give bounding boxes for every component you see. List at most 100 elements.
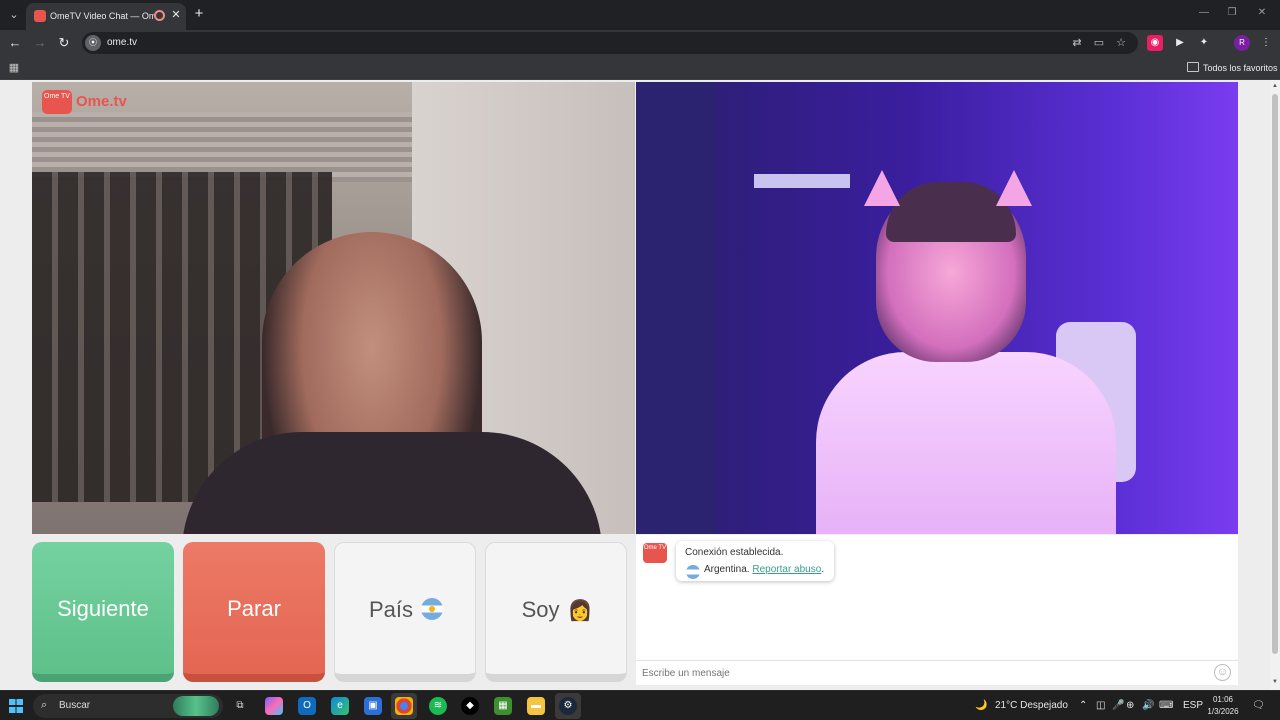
windows-taskbar: ⌕ Buscar ⧉ O e ▣ ≋ ◆ ▦ ▬ ⚙ 🌙 21°C Despej… — [0, 690, 1280, 720]
scroll-thumb[interactable] — [1272, 94, 1278, 654]
back-button[interactable]: ← — [6, 34, 24, 52]
woman-emoji-icon: 👩 — [567, 600, 593, 622]
tray-app-icon[interactable]: ◫ — [1096, 699, 1105, 713]
extension-red-icon[interactable]: ◉ — [1147, 35, 1163, 51]
video-background-rack — [754, 174, 850, 188]
stranger-shirt — [182, 432, 602, 534]
tray-chevron-icon[interactable]: ⌃ — [1079, 699, 1087, 713]
browser-tab-bar: ⌄ OmeTV Video Chat — Ome ✕ + — ❐ ✕ — [0, 0, 1280, 30]
cat-ear-right — [996, 170, 1032, 206]
system-clock[interactable]: 01:06 1/3/2026 — [1200, 694, 1246, 718]
gender-button-label: Soy — [521, 597, 560, 622]
stop-button-label: Parar — [227, 596, 281, 621]
copilot-icon[interactable] — [265, 697, 283, 715]
outlook-icon[interactable]: O — [298, 697, 316, 715]
apps-grid-icon[interactable]: ▦ — [7, 61, 21, 75]
recording-indicator-icon — [154, 10, 165, 21]
window-close-icon[interactable]: ✕ — [1252, 5, 1272, 21]
translate-icon[interactable]: ⇄ — [1070, 36, 1084, 50]
search-icon: ⌕ — [41, 699, 48, 711]
stranger-video: Ome TV Ome.tv — [32, 82, 635, 534]
spotify-icon[interactable]: ≋ — [429, 697, 447, 715]
profile-avatar[interactable]: R — [1234, 35, 1250, 51]
bookmarks-bar: ▦ Todos los favoritos — [0, 56, 1280, 80]
extensions-puzzle-icon[interactable]: ✦ — [1196, 35, 1212, 51]
country-button-label: País — [368, 597, 414, 622]
minimize-icon[interactable]: — — [1194, 5, 1214, 21]
scroll-down-icon[interactable]: ▼ — [1271, 678, 1279, 686]
weather-text[interactable]: 21°C Despejado — [995, 699, 1068, 713]
all-bookmarks-link[interactable]: Todos los favoritos — [1203, 61, 1278, 75]
roblox-like-icon[interactable]: ◆ — [461, 697, 479, 715]
self-video — [636, 82, 1238, 534]
self-shirt — [816, 352, 1116, 534]
gender-button[interactable]: Soy 👩 — [485, 542, 627, 682]
keyboard-icon[interactable]: ⌨ — [1159, 699, 1173, 713]
next-button-label: Siguiente — [57, 596, 149, 621]
ometv-logo: Ome TV Ome.tv — [42, 90, 134, 114]
ometv-page: Ome TV Ome.tv Siguiente Parar País Soy 👩 … — [0, 80, 1270, 690]
argentina-flag-small-icon — [686, 565, 700, 579]
extension-play-icon[interactable]: ▶ — [1172, 35, 1188, 51]
volume-icon[interactable]: 🔊 — [1142, 699, 1154, 713]
chat-message-input[interactable] — [642, 665, 1202, 681]
flag-sun — [429, 606, 436, 612]
forward-button[interactable]: → — [31, 34, 49, 52]
tab-title: OmeTV Video Chat — Ome — [50, 11, 154, 21]
chat-panel: Ome TV Conexión establecida. Argentina. … — [636, 535, 1238, 685]
stop-button[interactable]: Parar — [183, 542, 325, 682]
clock-time: 01:06 — [1212, 695, 1234, 704]
next-button[interactable]: Siguiente — [32, 542, 174, 682]
browser-toolbar: ← → ↻ ⦿ ome.tv ⇄ ▭ ☆ ◉ ▶ ✦ R ⋮ — [0, 30, 1280, 56]
url-text[interactable]: ome.tv — [107, 36, 307, 50]
bookmark-star-icon[interactable]: ☆ — [1114, 36, 1128, 50]
emoji-smiley-icon[interactable]: ☺ — [1214, 664, 1231, 681]
new-tab-button[interactable]: + — [190, 5, 208, 23]
country-line: Argentina. Reportar abuso. — [704, 563, 832, 577]
country-name: Argentina. — [704, 564, 750, 575]
scroll-up-icon[interactable]: ▲ — [1271, 82, 1279, 90]
clock-date: 1/3/2026 — [1207, 707, 1239, 716]
page-scrollbar[interactable]: ▲ ▼ — [1270, 80, 1280, 690]
folder-icon — [1187, 62, 1199, 72]
reload-button[interactable]: ↻ — [55, 34, 73, 52]
country-button-label-wrap: País — [335, 597, 477, 623]
weather-moon-icon[interactable]: 🌙 — [975, 699, 987, 713]
steam-icon[interactable]: ⚙ — [559, 697, 577, 715]
tab-close-icon[interactable]: ✕ — [169, 8, 183, 22]
ometv-logo-icon: Ome TV — [42, 90, 72, 114]
minecraft-icon[interactable]: ▦ — [494, 697, 512, 715]
chat-input-area: ☺ — [636, 660, 1238, 685]
tab-search-button[interactable]: ⌄ — [4, 5, 24, 25]
address-bar[interactable]: ⦿ ome.tv ⇄ ▭ ☆ — [82, 32, 1138, 54]
ometv-logo-text: Ome.tv — [76, 93, 127, 110]
restore-icon[interactable]: ❐ — [1222, 5, 1242, 21]
country-button[interactable]: País — [334, 542, 476, 682]
notifications-icon[interactable]: 🗨 — [1252, 699, 1265, 713]
video-background-door — [636, 82, 716, 534]
taskbar-search[interactable]: ⌕ Buscar — [33, 694, 223, 718]
task-view-icon[interactable]: ⧉ — [231, 697, 249, 715]
menu-kebab-icon[interactable]: ⋮ — [1258, 35, 1274, 51]
taskbar-search-text: Buscar — [59, 700, 91, 711]
cat-ear-left — [864, 170, 900, 206]
cat-ear-headphones — [864, 170, 1034, 210]
system-message: Conexión establecida. Argentina. Reporta… — [676, 541, 834, 581]
site-info-icon[interactable]: ⦿ — [85, 35, 101, 51]
network-icon[interactable]: ⊕ — [1126, 699, 1134, 713]
chrome-icon[interactable] — [395, 697, 413, 715]
connection-status-text: Conexión establecida. — [685, 547, 784, 558]
windows-start-icon[interactable] — [9, 699, 23, 713]
store-icon[interactable]: ▣ — [364, 697, 382, 715]
file-explorer-icon[interactable]: ▬ — [527, 697, 545, 715]
ometv-favicon-icon — [34, 10, 46, 22]
edge-icon[interactable]: e — [331, 697, 349, 715]
microphone-icon[interactable]: 🎤 — [1112, 699, 1124, 713]
tab-ometv[interactable]: OmeTV Video Chat — Ome ✕ — [26, 3, 186, 30]
search-highlight-art — [173, 696, 219, 716]
report-suffix: . — [821, 564, 825, 575]
cast-icon[interactable]: ▭ — [1092, 36, 1106, 50]
ometv-chat-logo-icon: Ome TV — [643, 543, 667, 563]
report-abuse-link[interactable]: Reportar abuso — [752, 564, 821, 575]
gender-button-label-wrap: Soy 👩 — [486, 597, 628, 623]
